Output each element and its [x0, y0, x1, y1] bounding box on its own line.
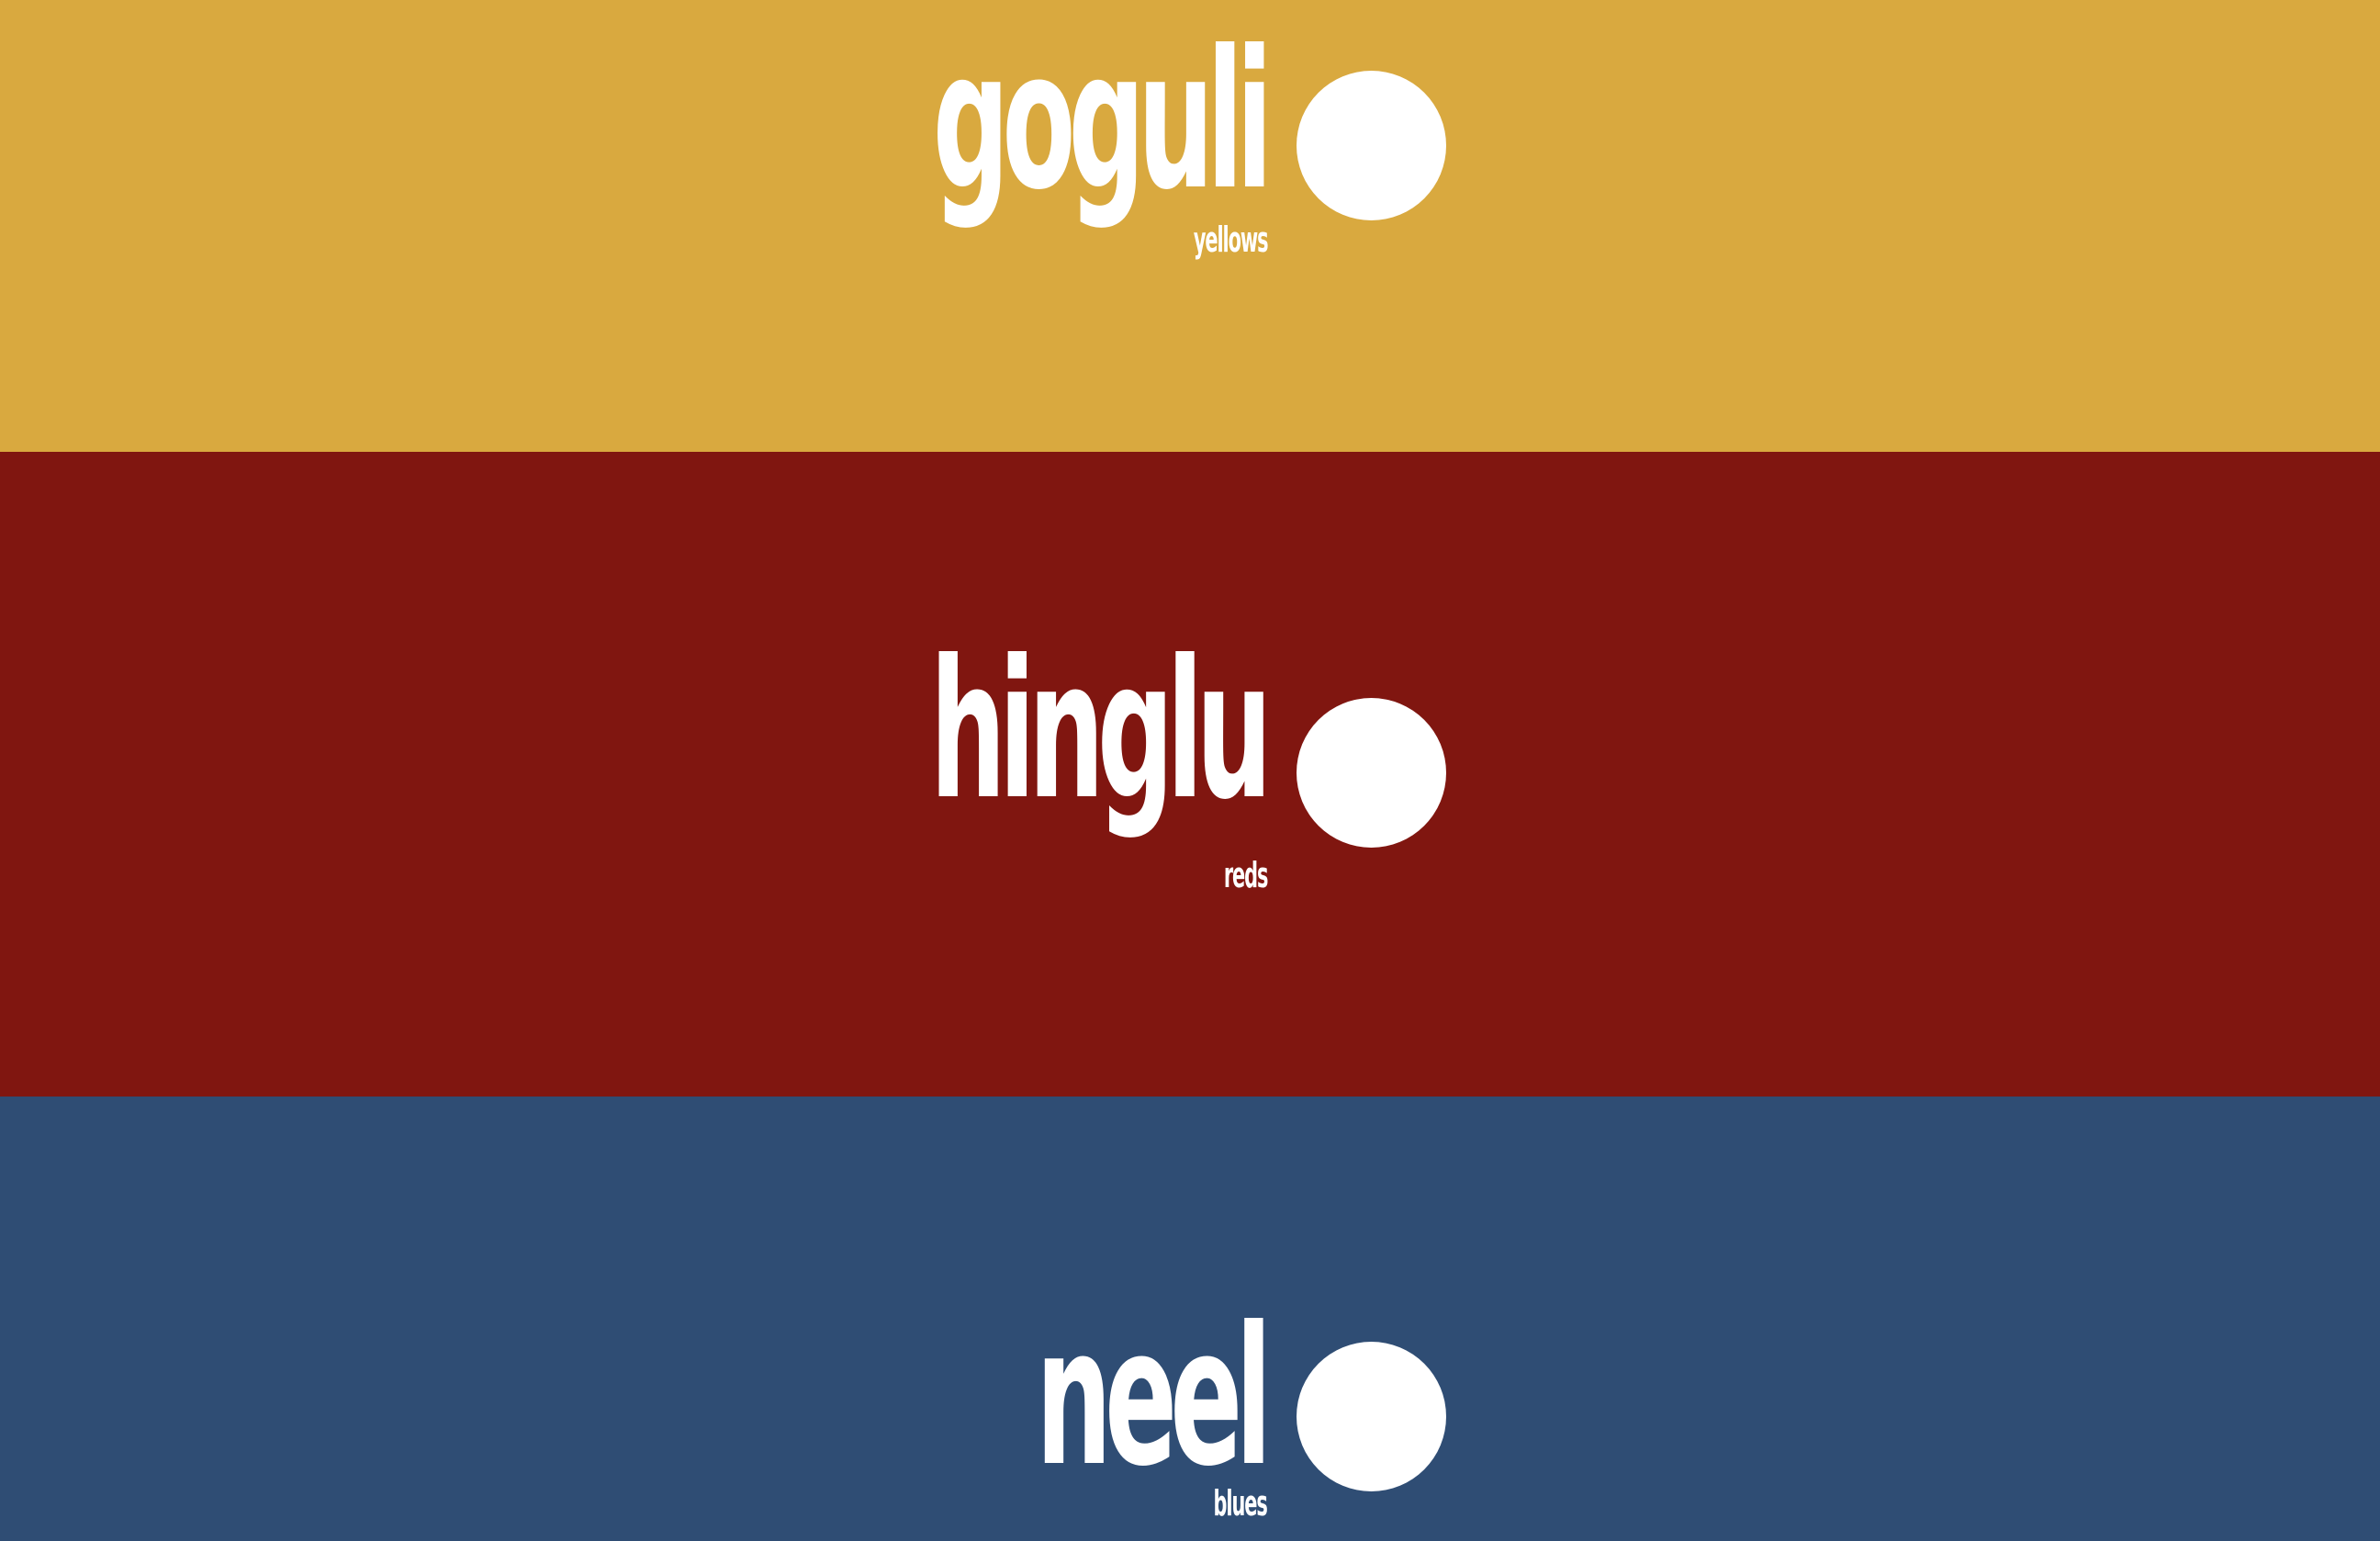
color-family-label: blues — [1213, 1483, 1268, 1524]
circle-icon — [1297, 698, 1446, 848]
color-band-blues: neel blues — [0, 1097, 2380, 1541]
color-name-title: goguli — [932, 10, 1272, 232]
color-name-title: neel — [1036, 1287, 1273, 1509]
color-band-yellows: goguli yellows — [0, 0, 2380, 452]
color-family-label: yellows — [1193, 219, 1268, 260]
color-band-reds: hinglu reds — [0, 452, 2380, 1097]
circle-icon — [1297, 1342, 1446, 1491]
color-family-label: reds — [1223, 855, 1269, 895]
circle-icon — [1297, 71, 1446, 220]
color-name-title: hinglu — [930, 620, 1273, 842]
